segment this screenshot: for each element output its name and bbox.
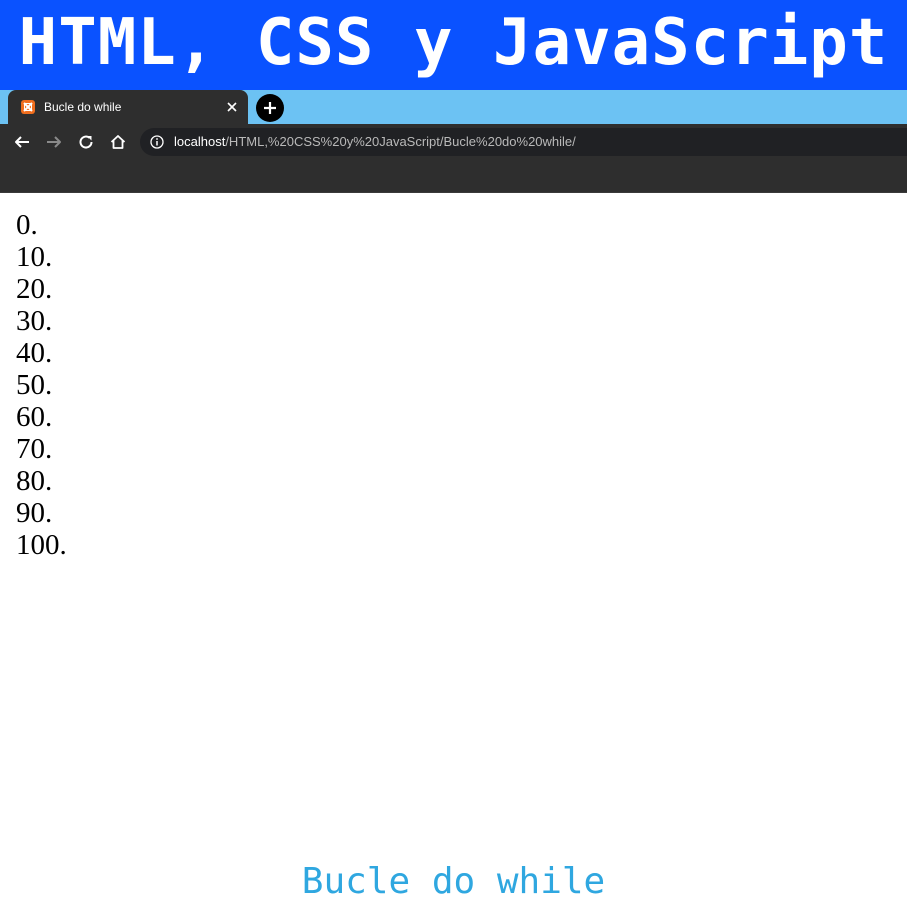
arrow-left-icon	[15, 136, 29, 148]
output-list: 0. 10. 20. 30. 40. 50. 60. 70. 80. 90. 100.	[16, 209, 67, 561]
arrow-right-icon	[47, 136, 61, 148]
output-line: 70.	[16, 433, 53, 465]
output-line: 90.	[16, 497, 53, 529]
output-line: 80.	[16, 465, 53, 497]
browser-tab[interactable]: Bucle do while	[8, 90, 248, 124]
browser-tab-strip: Bucle do while	[0, 90, 907, 124]
output-line: 30.	[16, 305, 53, 337]
url-path: /HTML,%20CSS%20y%20JavaScript/Bucle%20do…	[225, 134, 576, 149]
back-button[interactable]	[12, 132, 32, 152]
tab-title: Bucle do while	[44, 100, 122, 114]
address-bar[interactable]: localhost/HTML,%20CSS%20y%20JavaScript/B…	[140, 128, 907, 156]
home-icon	[110, 135, 126, 149]
reload-button[interactable]	[76, 132, 96, 152]
caption: Bucle do while	[301, 861, 606, 902]
reload-icon	[79, 135, 93, 149]
close-tab-icon[interactable]	[224, 99, 240, 115]
home-button[interactable]	[108, 132, 128, 152]
page-content: 0. 10. 20. 30. 40. 50. 60. 70. 80. 90. 100.	[0, 193, 907, 843]
banner-title: HTML, CSS y JavaScript	[18, 6, 889, 80]
bookmarks-bar	[0, 160, 907, 193]
output-line: 0.	[16, 209, 38, 241]
output-line: 100.	[16, 529, 67, 561]
xampp-icon	[21, 100, 35, 114]
forward-button[interactable]	[44, 132, 64, 152]
url-host: localhost	[174, 134, 226, 149]
new-tab-button[interactable]	[256, 94, 284, 122]
browser-toolbar: localhost/HTML,%20CSS%20y%20JavaScript/B…	[0, 124, 907, 160]
output-line: 20.	[16, 273, 53, 305]
output-line: 60.	[16, 401, 53, 433]
output-line: 40.	[16, 337, 53, 369]
plus-icon	[264, 102, 276, 114]
top-banner: HTML, CSS y JavaScript	[0, 0, 907, 90]
info-icon[interactable]	[150, 135, 164, 149]
output-line: 10.	[16, 241, 53, 273]
output-line: 50.	[16, 369, 53, 401]
address-url: localhost/HTML,%20CSS%20y%20JavaScript/B…	[174, 134, 576, 150]
